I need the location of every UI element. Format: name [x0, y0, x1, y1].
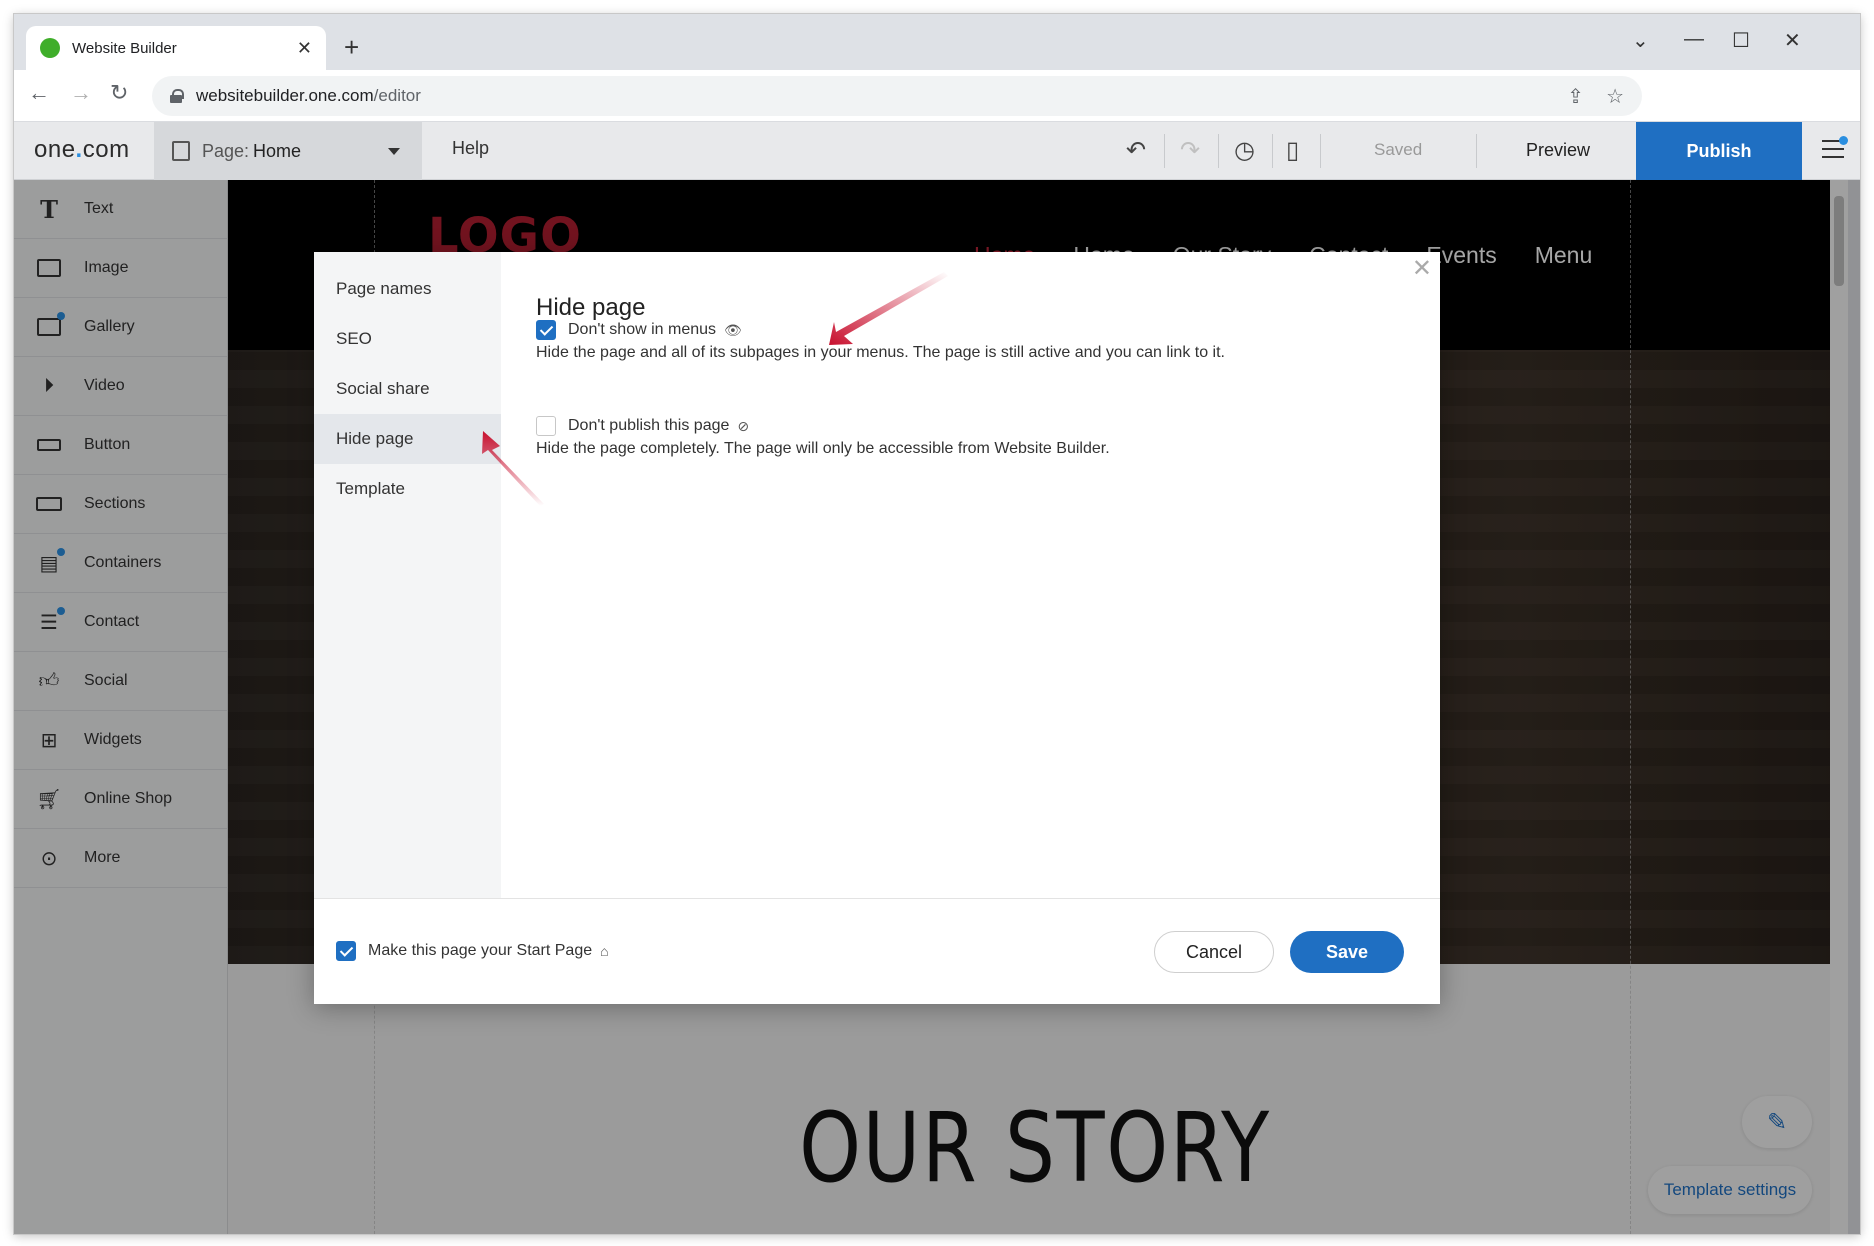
annotation-arrow-hide-page [482, 431, 544, 506]
annotation-arrow-menus [829, 272, 948, 345]
annotation-arrows [482, 272, 948, 506]
browser-window: Website Builder ✕ + ⌄ — ☐ ✕ ← → ↻ websit… [14, 14, 1860, 1234]
